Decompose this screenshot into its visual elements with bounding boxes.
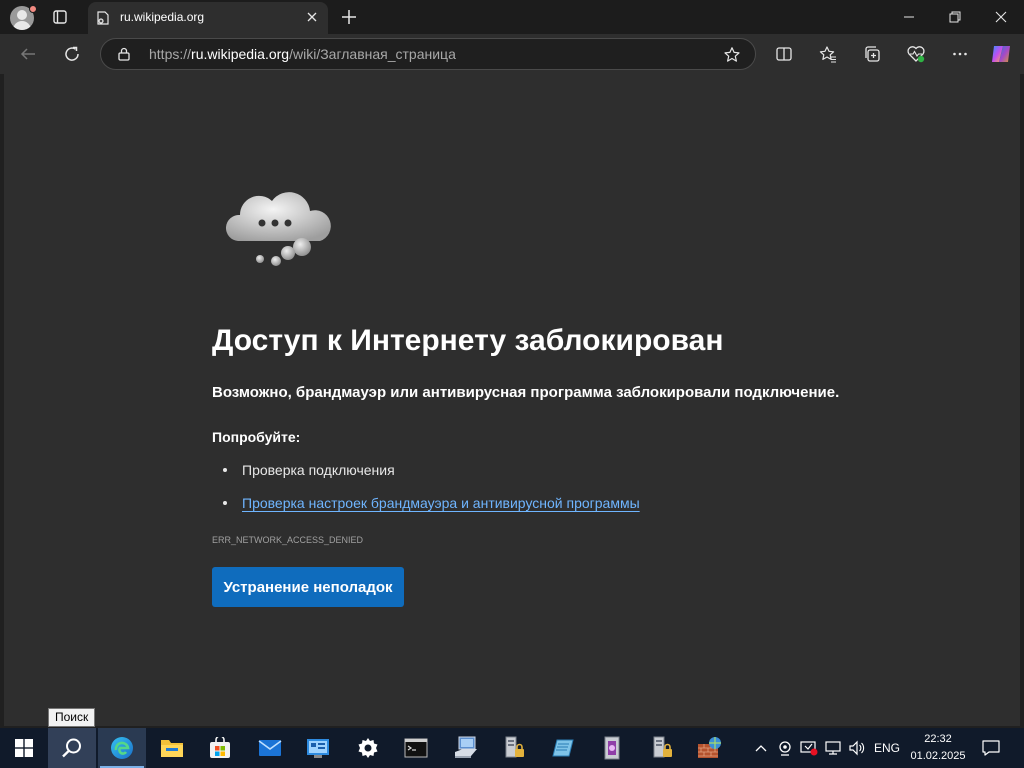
firewall-settings-link[interactable]: Проверка настроек брандмауэра и антивиру…	[242, 495, 640, 511]
chevron-up-icon	[755, 745, 767, 752]
favorites-icon[interactable]	[817, 43, 839, 65]
troubleshoot-button[interactable]: Устранение неполадок	[212, 567, 404, 607]
favorite-star-icon[interactable]	[723, 46, 741, 64]
network-icon	[825, 741, 841, 755]
search-button[interactable]	[48, 728, 96, 768]
search-tooltip: Поиск	[48, 708, 96, 727]
clock[interactable]: 22:32 01.02.2025	[900, 731, 976, 765]
taskbar-network-computer[interactable]	[442, 728, 490, 768]
gear-icon	[358, 738, 378, 758]
suggestion-check-firewall[interactable]: Проверка настроек брандмауэра и антивиру…	[212, 493, 640, 526]
blocked-cloud-icon	[225, 192, 331, 266]
suggestion-list: Проверка подключения Проверка настроек б…	[212, 460, 640, 526]
volume-icon	[849, 740, 865, 756]
lock-icon[interactable]	[117, 47, 131, 61]
firewall-icon	[698, 737, 721, 758]
error-code: ERR_NETWORK_ACCESS_DENIED	[212, 535, 364, 545]
browser-essentials-icon[interactable]	[905, 43, 927, 65]
try-label: Попробуйте:	[212, 429, 301, 445]
new-tab-icon[interactable]	[338, 6, 360, 28]
terminal-icon	[404, 738, 428, 758]
restore-icon[interactable]	[932, 0, 978, 34]
store-icon	[210, 737, 230, 758]
show-hidden-icons[interactable]	[752, 728, 770, 768]
server-lock-icon	[505, 736, 524, 758]
tray-volume[interactable]	[846, 728, 868, 768]
taskbar-settings[interactable]	[344, 728, 392, 768]
server-lock-icon-2	[653, 736, 672, 758]
notepad-icon	[552, 739, 574, 757]
network-computer-icon	[455, 736, 477, 758]
mail-icon	[258, 740, 282, 756]
error-title: Доступ к Интернету заблокирован	[212, 324, 724, 357]
security-warning-icon	[800, 741, 818, 756]
tray-webcam[interactable]	[776, 728, 794, 768]
copilot-icon[interactable]	[990, 43, 1012, 65]
wikipedia-favicon	[97, 11, 109, 25]
tray-network[interactable]	[822, 728, 844, 768]
taskbar-server-lock[interactable]	[490, 728, 538, 768]
url-text[interactable]: https://ru.wikipedia.org/wiki/Заглавная_…	[149, 46, 456, 62]
taskbar-notepad[interactable]	[540, 728, 588, 768]
close-tab-icon[interactable]	[304, 9, 320, 25]
error-subtitle: Возможно, брандмауэр или антивирусная пр…	[212, 384, 840, 401]
search-icon	[62, 738, 81, 758]
taskbar-mail[interactable]	[246, 728, 294, 768]
taskbar-server-lock-2[interactable]	[638, 728, 686, 768]
notifications-button[interactable]	[978, 728, 1004, 768]
notification-icon	[982, 740, 1000, 756]
clock-date: 01.02.2025	[910, 750, 966, 762]
webcam-icon	[779, 741, 791, 756]
more-icon[interactable]	[949, 43, 971, 65]
taskbar-registry[interactable]	[588, 728, 636, 768]
browser-title-bar: ru.wikipedia.org	[0, 0, 1024, 34]
taskbar: ENG 22:32 01.02.2025	[0, 728, 1024, 768]
back-icon[interactable]	[17, 43, 39, 65]
taskbar-edge[interactable]	[98, 728, 146, 768]
suggestion-check-connection: Проверка подключения	[212, 460, 640, 493]
minimize-icon[interactable]	[886, 0, 932, 34]
registry-icon	[604, 736, 620, 760]
windows-logo-icon	[15, 739, 33, 757]
clock-time: 22:32	[924, 733, 952, 745]
refresh-icon[interactable]	[61, 43, 83, 65]
taskbar-firewall[interactable]	[686, 728, 734, 768]
tab-actions-icon[interactable]	[48, 6, 72, 28]
profile-notification-dot	[29, 5, 37, 13]
taskbar-command-prompt[interactable]	[392, 728, 440, 768]
split-screen-icon[interactable]	[773, 43, 795, 65]
tab-wikipedia[interactable]: ru.wikipedia.org	[88, 2, 328, 34]
tray-security[interactable]	[798, 728, 820, 768]
taskbar-control-panel[interactable]	[294, 728, 342, 768]
tab-title: ru.wikipedia.org	[120, 10, 205, 24]
edge-icon	[111, 737, 133, 759]
language-indicator[interactable]: ENG	[874, 741, 900, 755]
browser-toolbar: https://ru.wikipedia.org/wiki/Заглавная_…	[0, 34, 1024, 74]
error-page: Доступ к Интернету заблокирован Возможно…	[4, 74, 1020, 726]
taskbar-file-explorer[interactable]	[148, 728, 196, 768]
start-button[interactable]	[0, 728, 48, 768]
close-window-icon[interactable]	[978, 0, 1024, 34]
folder-icon	[161, 740, 183, 757]
collections-icon[interactable]	[861, 43, 883, 65]
control-panel-icon	[307, 739, 329, 758]
address-bar[interactable]: https://ru.wikipedia.org/wiki/Заглавная_…	[100, 38, 756, 70]
taskbar-microsoft-store[interactable]	[196, 728, 244, 768]
